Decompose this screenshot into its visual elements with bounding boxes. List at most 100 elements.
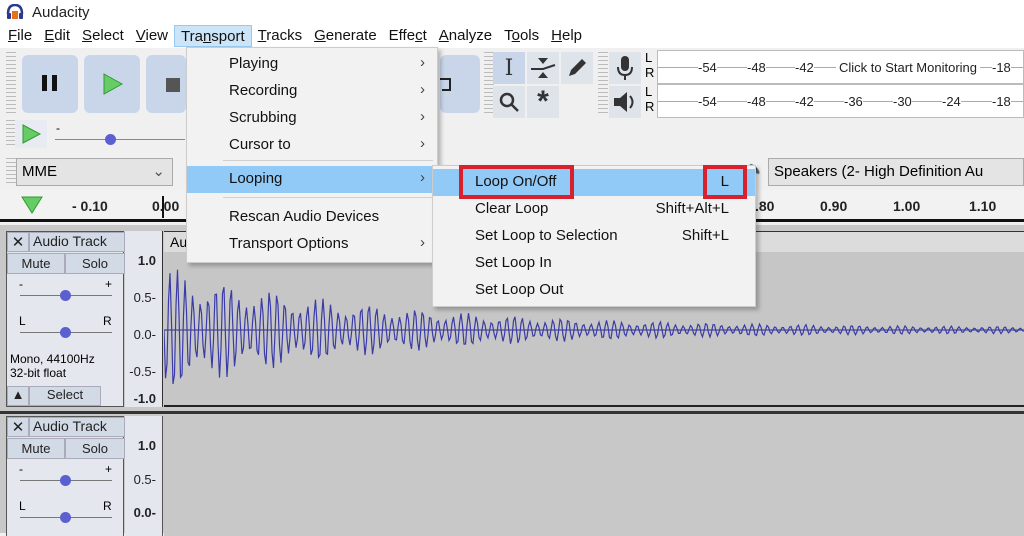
- vertical-scale[interactable]: 1.0 0.5- 0.0- -0.5- -1.0: [125, 231, 163, 407]
- menu-item-label: Looping: [229, 170, 283, 187]
- menu-file[interactable]: File: [2, 25, 38, 47]
- vertical-scale[interactable]: 1.0 0.5- 0.0-: [125, 416, 163, 536]
- menu-item-playing[interactable]: Playing ›: [187, 51, 437, 78]
- playhead[interactable]: [162, 196, 164, 218]
- close-track-button[interactable]: ✕: [7, 417, 29, 437]
- menu-generate[interactable]: Generate: [308, 25, 383, 47]
- play-meter[interactable]: -54 -48 -42 -36 -30 -24 -18: [657, 84, 1024, 118]
- gain-slider-thumb[interactable]: [60, 475, 71, 486]
- pan-slider-thumb[interactable]: [60, 327, 71, 338]
- meter-channel-label: R: [645, 65, 655, 80]
- pan-right-label: R: [103, 314, 112, 328]
- play-meter-button[interactable]: [609, 86, 641, 118]
- menu-analyze[interactable]: Analyze: [433, 25, 498, 47]
- toolbar-grip[interactable]: [6, 158, 16, 184]
- collapse-track-button[interactable]: ▲: [7, 386, 29, 406]
- draw-tool-button[interactable]: [561, 52, 593, 84]
- track-format-info: Mono, 44100Hz: [10, 352, 95, 366]
- playback-device-value: Speakers (2- High Definition Au: [774, 163, 984, 180]
- chevron-right-icon: ›: [420, 135, 425, 152]
- select-track-button[interactable]: Select: [29, 386, 101, 406]
- play-at-speed-button[interactable]: [15, 120, 47, 148]
- gain-plus-label: +: [105, 462, 113, 476]
- track-name-menu[interactable]: Audio Track ▼: [29, 232, 125, 265]
- ruler-tick: .80: [755, 198, 775, 214]
- meter-tick: -48: [747, 60, 766, 75]
- play-speed-slider[interactable]: [55, 139, 185, 140]
- audio-host-value: MME: [22, 163, 57, 180]
- meter-channel-label: R: [645, 99, 655, 114]
- ruler-tick: 1.10: [969, 198, 997, 214]
- meter-tick: -18: [992, 94, 1011, 109]
- loop-button[interactable]: [440, 55, 480, 113]
- clip-name: Au: [170, 234, 188, 250]
- menu-tracks[interactable]: Tracks: [252, 25, 308, 47]
- menu-transport[interactable]: Transport: [174, 25, 252, 47]
- selection-tool-button[interactable]: I: [493, 52, 525, 84]
- gain-minus-label: -: [19, 462, 23, 476]
- menu-item-set-loop-out[interactable]: Set Loop Out: [433, 277, 755, 304]
- zoom-tool-button[interactable]: [493, 86, 525, 118]
- playback-device-select[interactable]: Speakers (2- High Definition Au: [768, 158, 1024, 186]
- play-button[interactable]: [84, 55, 140, 113]
- toolbar-grip[interactable]: [6, 52, 16, 114]
- pause-button[interactable]: [22, 55, 78, 113]
- pause-icon: [42, 75, 47, 91]
- menu-item-set-loop-to-selection[interactable]: Set Loop to Selection Shift+L: [433, 223, 755, 250]
- ruler-tick: 0.90: [820, 198, 848, 214]
- meter-tick: -18: [992, 60, 1011, 75]
- mute-button[interactable]: Mute: [7, 438, 65, 459]
- track-name-menu[interactable]: Audio Track ▼: [29, 417, 125, 450]
- annotation-box-loop-label: [459, 165, 574, 199]
- empty-track-area[interactable]: [164, 416, 1024, 536]
- record-meter[interactable]: -54 -48 -42 Click to Start Monitoring -1…: [657, 50, 1024, 84]
- triangle-up-icon: ▲: [11, 387, 25, 402]
- play-icon: [103, 73, 124, 95]
- scale-tick: 0.0-: [133, 327, 156, 342]
- meter-channel-label: L: [645, 50, 653, 65]
- menu-item-set-loop-in[interactable]: Set Loop In: [433, 250, 755, 277]
- meter-grip[interactable]: [598, 52, 608, 114]
- menu-tools[interactable]: Tools: [498, 25, 545, 47]
- transport-menu: Playing › Recording › Scrubbing › Cursor to › Lo…: [186, 47, 438, 263]
- audio-host-select[interactable]: MME ⌄: [16, 158, 173, 186]
- ruler-tick: 0.00: [152, 198, 180, 214]
- close-track-button[interactable]: ✕: [7, 232, 29, 252]
- meter-tick: -54: [698, 94, 717, 109]
- menu-help[interactable]: Help: [545, 25, 588, 47]
- track-name: Audio Track: [33, 233, 107, 249]
- gain-slider-thumb[interactable]: [60, 290, 71, 301]
- menu-item-recording[interactable]: Recording ›: [187, 78, 437, 105]
- envelope-tool-button[interactable]: [527, 52, 559, 84]
- multi-tool-button[interactable]: *: [527, 86, 559, 118]
- menu-item-looping[interactable]: Looping ›: [187, 166, 437, 193]
- start-monitoring-prompt[interactable]: Click to Start Monitoring: [836, 60, 980, 75]
- record-meter-button[interactable]: [609, 52, 641, 84]
- chevron-right-icon: ›: [420, 108, 425, 125]
- menu-edit[interactable]: Edit: [38, 25, 76, 47]
- menu-item-transport-options[interactable]: Transport Options ›: [187, 231, 437, 258]
- title-bar: Audacity: [0, 0, 1024, 24]
- menu-item-label: Set Loop to Selection: [475, 227, 618, 244]
- menu-effect[interactable]: Effect: [383, 25, 433, 47]
- slider-thumb[interactable]: [105, 134, 116, 145]
- pan-slider-thumb[interactable]: [60, 512, 71, 523]
- audacity-logo-icon: [6, 4, 24, 19]
- i-beam-icon: I: [504, 55, 514, 81]
- scale-tick: 1.0: [137, 253, 156, 268]
- menu-item-shortcut: Shift+Alt+L: [655, 200, 729, 217]
- solo-button[interactable]: Solo: [65, 253, 125, 274]
- menu-item-cursor-to[interactable]: Cursor to ›: [187, 132, 437, 159]
- menu-item-scrubbing[interactable]: Scrubbing ›: [187, 105, 437, 132]
- window-title: Audacity: [32, 3, 90, 21]
- timeline-options-icon[interactable]: [20, 194, 44, 216]
- menu-item-rescan-audio-devices[interactable]: Rescan Audio Devices: [187, 204, 437, 231]
- stop-button[interactable]: [146, 55, 186, 113]
- pan-left-label: L: [19, 499, 26, 513]
- menu-view[interactable]: View: [130, 25, 174, 47]
- menu-item-clear-loop[interactable]: Clear Loop Shift+Alt+L: [433, 196, 755, 223]
- solo-button[interactable]: Solo: [65, 438, 125, 459]
- mute-button[interactable]: Mute: [7, 253, 65, 274]
- envelope-icon: [531, 58, 556, 78]
- menu-select[interactable]: Select: [76, 25, 130, 47]
